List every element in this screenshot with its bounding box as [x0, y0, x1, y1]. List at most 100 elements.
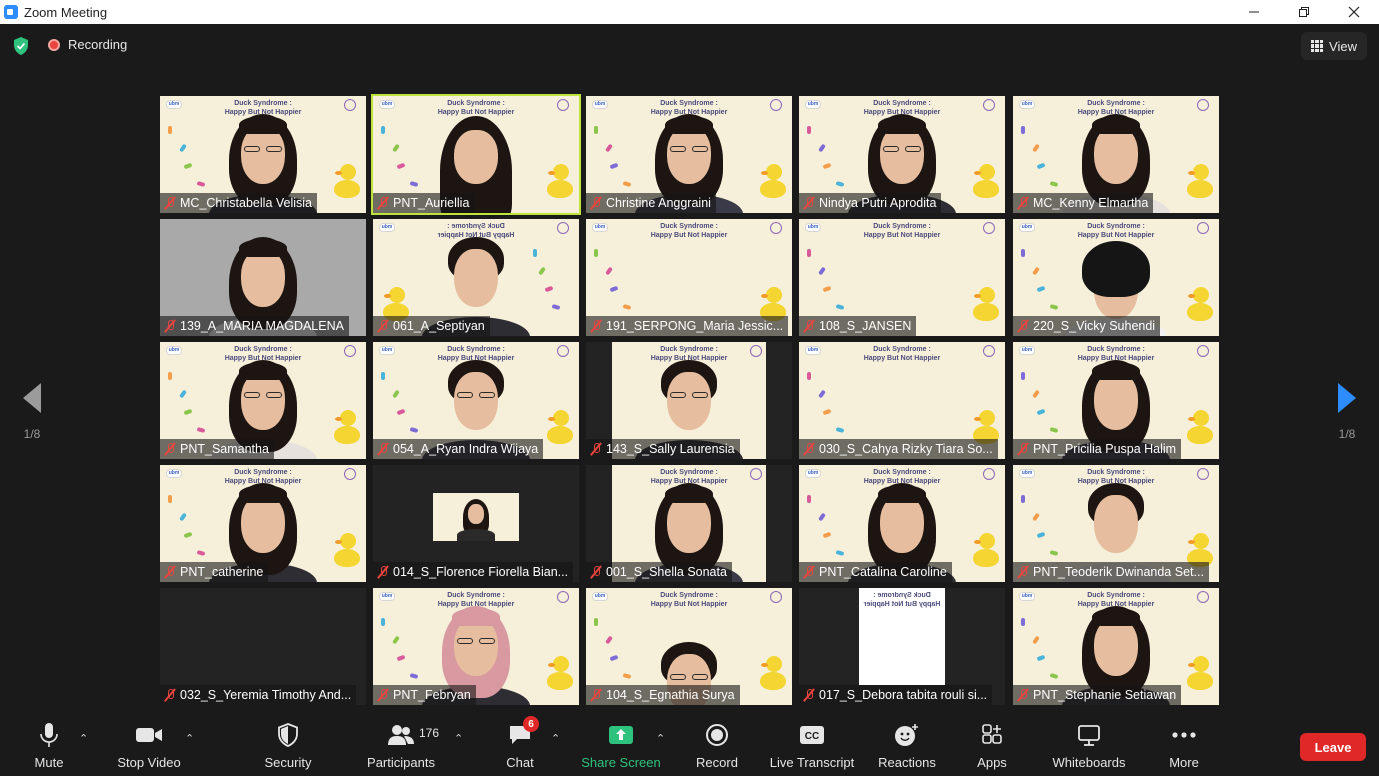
page-indicator-right: 1/8	[1338, 427, 1356, 441]
whiteboards-button[interactable]: Whiteboards	[1048, 718, 1130, 776]
arrow-left-icon	[23, 383, 41, 413]
view-label: View	[1329, 38, 1357, 54]
chat-label: Chat	[506, 755, 534, 770]
share-options-chevron-up-icon[interactable]: ⌃	[656, 732, 665, 745]
confetti-decoration	[168, 372, 172, 380]
participant-video-tile[interactable]: ubm Duck Syndrome : Happy But Not Happier 0…	[799, 342, 1005, 459]
participant-video-tile[interactable]: ubm Duck Syndrome : Happy But Not Happier 1…	[586, 219, 792, 336]
confetti-decoration	[807, 249, 811, 257]
participants-button[interactable]: 176 Participants	[364, 718, 440, 776]
participant-name-label: 104_S_Egnathia Surya	[586, 685, 740, 705]
participant-video-tile[interactable]: ubm Duck Syndrome : Happy But Not Happier P…	[1013, 588, 1219, 705]
mic-muted-icon	[589, 565, 603, 579]
participant-name-label: Christine Anggraini	[586, 193, 716, 213]
participant-video-tile[interactable]: ubm Duck Syndrome : Happy But Not Happier M…	[160, 96, 366, 213]
closed-caption-icon: CC	[798, 722, 826, 748]
chat-options-chevron-up-icon[interactable]: ⌃	[551, 732, 560, 745]
security-label: Security	[264, 755, 312, 770]
apps-button[interactable]: Apps	[974, 718, 1010, 776]
mic-muted-icon	[1016, 565, 1030, 579]
restore-button[interactable]	[1279, 0, 1329, 24]
recording-indicator[interactable]: Recording	[48, 37, 127, 52]
window-titlebar: Zoom Meeting	[0, 0, 1379, 24]
participant-video-tile[interactable]: 014_S_Florence Fiorella Bian...	[373, 465, 579, 582]
share-screen-label: Share Screen	[581, 755, 661, 770]
mic-muted-icon	[1016, 442, 1030, 456]
restore-icon	[1299, 7, 1309, 17]
mic-muted-icon	[163, 196, 177, 210]
event-banner: Duck Syndrome : Happy But Not Happier	[437, 100, 515, 116]
confetti-decoration	[807, 372, 811, 380]
duck-decoration-icon	[1187, 164, 1213, 198]
minimize-button[interactable]	[1229, 0, 1279, 24]
participant-video-tile[interactable]: ubm Duck Syndrome : Happy But Not Happier P…	[799, 465, 1005, 582]
participant-video-tile[interactable]: 139_A_MARIA MAGDALENA	[160, 219, 366, 336]
participant-video-tile[interactable]: ubm Duck Syndrome : Happy But Not Happier P…	[373, 588, 579, 705]
recording-label: Recording	[68, 37, 128, 52]
participant-name-label: PNT_catherine	[160, 562, 269, 582]
confetti-decoration	[807, 495, 811, 503]
participant-video-tile[interactable]: ubm Duck Syndrome : Happy But Not Happier 0…	[373, 342, 579, 459]
mic-muted-icon	[376, 319, 390, 333]
participant-video-tile[interactable]: ubm Duck Syndrome : Happy But Not Happier P…	[371, 94, 581, 215]
participant-video-tile[interactable]: ubm Duck Syndrome : Happy But Not Happier P…	[160, 342, 366, 459]
zoom-logo-icon	[4, 5, 18, 19]
duck-decoration-icon	[334, 164, 360, 198]
participant-video-tile[interactable]: Duck Syndrome : Happy But Not Happier 017…	[799, 588, 1005, 705]
participant-video-tile[interactable]: ubm Duck Syndrome : Happy But Not Happier 1…	[586, 588, 792, 705]
confetti-decoration	[594, 126, 598, 134]
chat-bubble-icon: 6	[506, 716, 539, 748]
confetti-decoration	[594, 249, 598, 257]
stop-video-button[interactable]: Stop Video	[114, 718, 184, 776]
participant-video-tile[interactable]: ubm Duck Syndrome : Happy But Not Happier 0…	[373, 219, 579, 336]
mic-muted-icon	[589, 442, 603, 456]
participant-video-tile[interactable]: Duck Syndrome : Happy But Not Happier 001_…	[586, 465, 792, 582]
participant-name-label: 001_S_Shella Sonata	[586, 562, 732, 582]
participants-label: Participants	[367, 755, 435, 770]
video-options-chevron-up-icon[interactable]: ⌃	[185, 732, 194, 745]
duck-decoration-icon	[973, 287, 999, 321]
participant-video-tile[interactable]: Duck Syndrome : Happy But Not Happier 143_…	[586, 342, 792, 459]
participant-video-tile[interactable]: 032_S_Yeremia Timothy And...	[160, 588, 366, 705]
participant-video-tile[interactable]: ubm Duck Syndrome : Happy But Not Happier M…	[1013, 96, 1219, 213]
leave-meeting-button[interactable]: Leave	[1300, 733, 1366, 761]
audio-options-chevron-up-icon[interactable]: ⌃	[79, 732, 88, 745]
participant-video-tile[interactable]: ubm Duck Syndrome : Happy But Not Happier 2…	[1013, 219, 1219, 336]
video-camera-icon	[135, 722, 163, 748]
participant-video-tile[interactable]: ubm Duck Syndrome : Happy But Not Happier 1…	[799, 219, 1005, 336]
share-screen-button[interactable]: Share Screen	[581, 718, 661, 776]
participant-video-tile[interactable]: ubm Duck Syndrome : Happy But Not Happier P…	[1013, 465, 1219, 582]
confetti-decoration	[381, 618, 385, 626]
participant-name-label: 030_S_Cahya Rizky Tiara So...	[799, 439, 998, 459]
psychology-logo-icon	[750, 345, 762, 357]
close-window-button[interactable]	[1329, 0, 1379, 24]
mic-muted-icon	[802, 442, 816, 456]
participants-options-chevron-up-icon[interactable]: ⌃	[454, 732, 463, 745]
confetti-decoration	[807, 126, 811, 134]
participant-video-tile[interactable]: ubm Duck Syndrome : Happy But Not Happier N…	[799, 96, 1005, 213]
mute-button[interactable]: Mute	[28, 718, 70, 776]
participant-name-label: 191_SERPONG_Maria Jessic...	[586, 316, 789, 336]
mic-muted-icon	[589, 196, 603, 210]
participants-count: 176	[419, 726, 440, 740]
duck-decoration-icon	[547, 164, 573, 198]
confetti-decoration	[594, 618, 598, 626]
participant-video-tile[interactable]: ubm Duck Syndrome : Happy But Not Happier C…	[586, 96, 792, 213]
mic-muted-icon	[802, 319, 816, 333]
participant-video-tile[interactable]: ubm Duck Syndrome : Happy But Not Happier P…	[160, 465, 366, 582]
reactions-smiley-icon	[893, 722, 921, 748]
chat-button[interactable]: 6 Chat	[502, 716, 539, 776]
previous-page-button[interactable]: 1/8	[12, 383, 52, 441]
participant-video-tile[interactable]: ubm Duck Syndrome : Happy But Not Happier P…	[1013, 342, 1219, 459]
record-button[interactable]: Record	[694, 718, 740, 776]
live-transcript-label: Live Transcript	[769, 755, 855, 770]
live-transcript-button[interactable]: CC Live Transcript	[767, 718, 857, 776]
encryption-shield-icon[interactable]	[13, 37, 29, 55]
view-button[interactable]: View	[1301, 32, 1367, 60]
security-button[interactable]: Security	[262, 718, 314, 776]
confetti-decoration	[1021, 126, 1025, 134]
reactions-button[interactable]: Reactions	[876, 718, 938, 776]
close-icon	[1348, 6, 1360, 18]
more-button[interactable]: More	[1164, 718, 1204, 776]
next-page-button[interactable]: 1/8	[1327, 383, 1367, 441]
